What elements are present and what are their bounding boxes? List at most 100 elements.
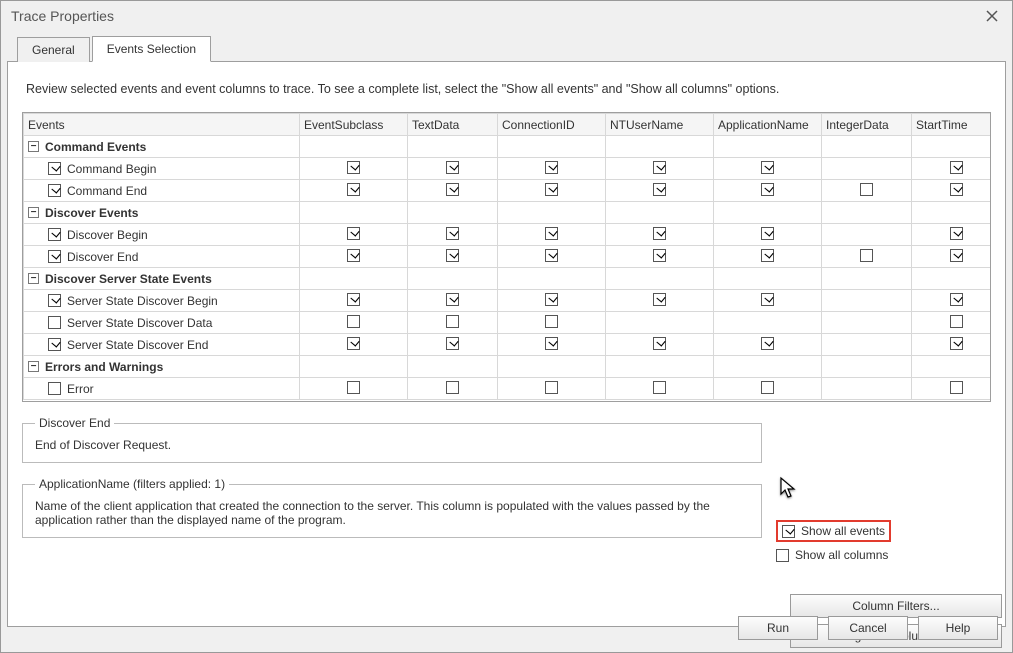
cell-checkbox[interactable] xyxy=(653,183,666,196)
cell-checkbox[interactable] xyxy=(860,183,873,196)
cell-checkbox[interactable] xyxy=(653,381,666,394)
window-title: Trace Properties xyxy=(11,8,114,24)
collapse-icon[interactable]: − xyxy=(28,273,39,284)
group-label: Command Events xyxy=(45,140,146,154)
tab-events-selection[interactable]: Events Selection xyxy=(92,36,211,62)
close-icon[interactable] xyxy=(980,4,1004,28)
show-all-events-label: Show all events xyxy=(801,524,885,538)
help-button[interactable]: Help xyxy=(918,616,998,640)
cell-checkbox[interactable] xyxy=(761,161,774,174)
event-row: Discover End xyxy=(24,246,991,268)
event-label: Command Begin xyxy=(67,162,156,176)
cell-checkbox[interactable] xyxy=(446,293,459,306)
tab-general[interactable]: General xyxy=(17,37,90,62)
cell-checkbox[interactable] xyxy=(761,227,774,240)
collapse-icon[interactable]: − xyxy=(28,141,39,152)
cell-checkbox[interactable] xyxy=(653,161,666,174)
collapse-icon[interactable]: − xyxy=(28,207,39,218)
cancel-button[interactable]: Cancel xyxy=(828,616,908,640)
group-row: −Discover Server State Events xyxy=(24,268,991,290)
cell-checkbox[interactable] xyxy=(761,183,774,196)
description-text: End of Discover Request. xyxy=(35,438,751,452)
col-integerdata[interactable]: IntegerData xyxy=(822,114,912,136)
filters-text: Name of the client application that crea… xyxy=(35,499,751,527)
cell-checkbox[interactable] xyxy=(545,183,558,196)
run-button[interactable]: Run xyxy=(738,616,818,640)
show-all-events-highlight: Show all events xyxy=(776,520,891,542)
cell-checkbox[interactable] xyxy=(653,227,666,240)
event-checkbox[interactable] xyxy=(48,228,61,241)
cell-checkbox[interactable] xyxy=(446,227,459,240)
events-grid-scroll[interactable]: Events EventSubclass TextData Connection… xyxy=(23,113,990,401)
cell-checkbox[interactable] xyxy=(860,249,873,262)
event-checkbox[interactable] xyxy=(48,184,61,197)
event-label: Discover End xyxy=(67,250,138,264)
cell-checkbox[interactable] xyxy=(761,337,774,350)
cell-checkbox[interactable] xyxy=(347,381,360,394)
cell-checkbox[interactable] xyxy=(545,381,558,394)
cell-checkbox[interactable] xyxy=(950,249,963,262)
cell-checkbox[interactable] xyxy=(761,293,774,306)
cell-checkbox[interactable] xyxy=(950,315,963,328)
col-starttime[interactable]: StartTime xyxy=(912,114,991,136)
event-checkbox[interactable] xyxy=(48,294,61,307)
cell-checkbox[interactable] xyxy=(653,293,666,306)
cell-checkbox[interactable] xyxy=(545,293,558,306)
cell-checkbox[interactable] xyxy=(545,315,558,328)
cell-checkbox[interactable] xyxy=(446,183,459,196)
cell-checkbox[interactable] xyxy=(347,249,360,262)
cell-checkbox[interactable] xyxy=(347,293,360,306)
event-row: Error xyxy=(24,378,991,400)
col-textdata[interactable]: TextData xyxy=(408,114,498,136)
cell-checkbox[interactable] xyxy=(950,293,963,306)
event-checkbox[interactable] xyxy=(48,338,61,351)
cell-checkbox[interactable] xyxy=(545,249,558,262)
cell-checkbox[interactable] xyxy=(446,315,459,328)
cell-checkbox[interactable] xyxy=(446,337,459,350)
cell-checkbox[interactable] xyxy=(761,381,774,394)
event-checkbox[interactable] xyxy=(48,250,61,263)
cell-checkbox[interactable] xyxy=(950,381,963,394)
column-filters-button[interactable]: Column Filters... xyxy=(790,594,1002,618)
col-events[interactable]: Events xyxy=(24,114,300,136)
cell-checkbox[interactable] xyxy=(653,337,666,350)
event-label: Discover Begin xyxy=(67,228,148,242)
cell-checkbox[interactable] xyxy=(545,161,558,174)
cell-checkbox[interactable] xyxy=(446,249,459,262)
col-connectionid[interactable]: ConnectionID xyxy=(498,114,606,136)
cell-checkbox[interactable] xyxy=(950,337,963,350)
cell-checkbox[interactable] xyxy=(347,161,360,174)
show-all-events-checkbox[interactable] xyxy=(782,525,795,538)
tab-content: Review selected events and event columns… xyxy=(7,62,1006,627)
group-label: Errors and Warnings xyxy=(45,360,163,374)
cell-checkbox[interactable] xyxy=(761,249,774,262)
show-all-columns-label: Show all columns xyxy=(795,548,888,562)
cell-checkbox[interactable] xyxy=(446,161,459,174)
group-label: Discover Events xyxy=(45,206,138,220)
cell-checkbox[interactable] xyxy=(545,337,558,350)
event-checkbox[interactable] xyxy=(48,162,61,175)
event-row: Command Begin xyxy=(24,158,991,180)
event-checkbox[interactable] xyxy=(48,382,61,395)
titlebar: Trace Properties xyxy=(1,1,1012,31)
cell-checkbox[interactable] xyxy=(347,183,360,196)
cell-checkbox[interactable] xyxy=(950,161,963,174)
cell-checkbox[interactable] xyxy=(653,249,666,262)
collapse-icon[interactable]: − xyxy=(28,361,39,372)
events-grid: Events EventSubclass TextData Connection… xyxy=(22,112,991,402)
cell-checkbox[interactable] xyxy=(347,337,360,350)
cell-checkbox[interactable] xyxy=(347,315,360,328)
cell-checkbox[interactable] xyxy=(950,183,963,196)
cell-checkbox[interactable] xyxy=(545,227,558,240)
filters-group: ApplicationName (filters applied: 1) Nam… xyxy=(22,477,762,538)
event-row: Server State Discover End xyxy=(24,334,991,356)
event-checkbox[interactable] xyxy=(48,316,61,329)
show-all-columns-checkbox[interactable] xyxy=(776,549,789,562)
cell-checkbox[interactable] xyxy=(446,381,459,394)
cell-checkbox[interactable] xyxy=(950,227,963,240)
col-applicationname[interactable]: ApplicationName xyxy=(714,114,822,136)
cell-checkbox[interactable] xyxy=(347,227,360,240)
col-eventsubclass[interactable]: EventSubclass xyxy=(300,114,408,136)
description-heading: Discover End xyxy=(35,416,114,430)
col-ntusername[interactable]: NTUserName xyxy=(606,114,714,136)
